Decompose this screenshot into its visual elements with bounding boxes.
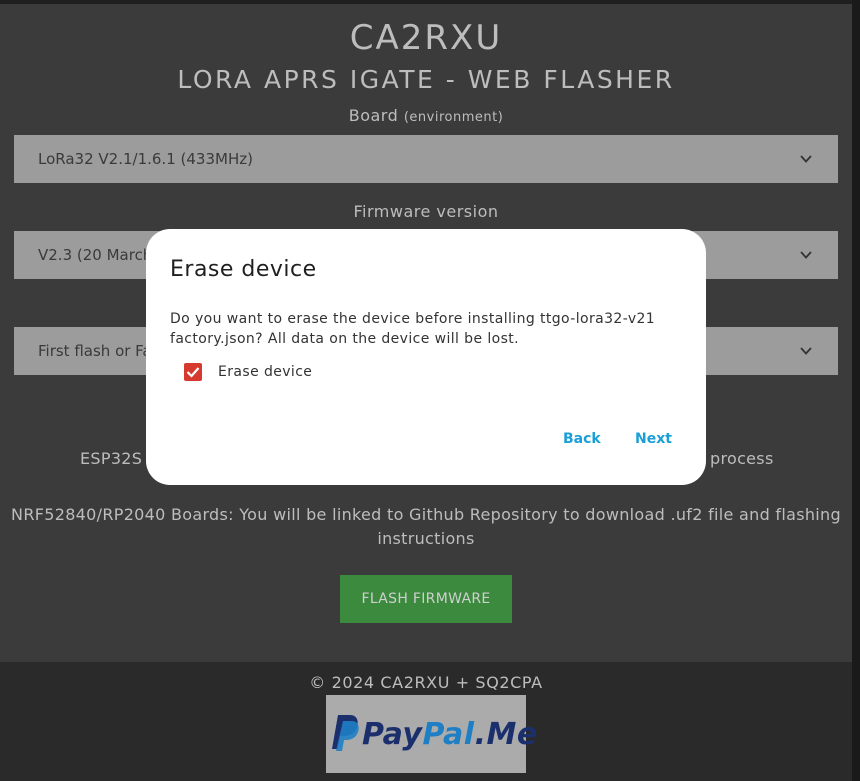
erase-device-checkbox-label[interactable]: Erase device — [218, 364, 312, 380]
dialog-message-line2: factory.json? All data on the device wil… — [170, 331, 520, 347]
dialog-title: Erase device — [170, 257, 317, 282]
erase-device-dialog: Erase device Do you want to erase the de… — [146, 229, 706, 485]
dialog-message-line1: Do you want to erase the device before i… — [170, 311, 656, 327]
back-button[interactable]: Back — [563, 431, 601, 447]
dialog-message: Do you want to erase the device before i… — [170, 309, 680, 349]
next-button[interactable]: Next — [635, 431, 672, 447]
checkmark-icon — [186, 367, 200, 378]
erase-device-checkbox[interactable] — [184, 363, 202, 381]
